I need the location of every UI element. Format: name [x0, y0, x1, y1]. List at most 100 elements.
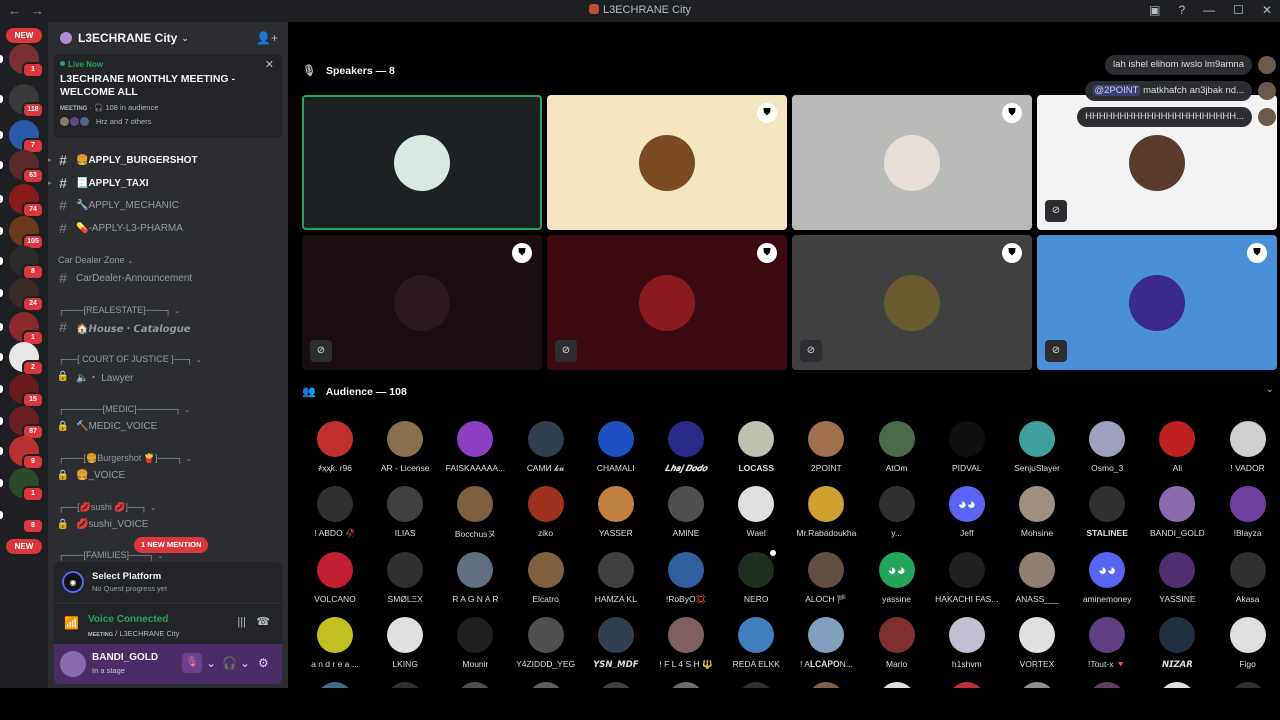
speaker-tile[interactable]: ⛊ ⊘: [547, 235, 787, 370]
new-mention-pill[interactable]: 1 NEW MENTION: [134, 537, 209, 553]
audience-member[interactable]: Ali: [1142, 421, 1212, 473]
audience-member[interactable]: 𝙉𝙄𝙕𝘼𝙍: [1142, 617, 1212, 670]
channel-item[interactable]: 🔒 🍔_VOICE: [56, 465, 282, 485]
audience-member[interactable]: HAMZA KL: [581, 552, 651, 604]
chevron-down-icon[interactable]: ⌄: [206, 656, 216, 670]
audience-member[interactable]: STALINEE: [1072, 486, 1142, 538]
audience-member[interactable]: REDA ELKK: [721, 617, 791, 669]
inbox-icon[interactable]: ▣: [1149, 3, 1160, 17]
audience-member[interactable]: SMØLΞX: [370, 552, 440, 604]
noise-suppression-icon[interactable]: |||: [237, 616, 246, 628]
avatar[interactable]: [387, 682, 424, 688]
audience-member[interactable]: ! F L 4 S H 🔱: [651, 617, 721, 670]
guild-header[interactable]: L3ECHRANE City ⌄ 👤+: [48, 22, 288, 54]
maximize-icon[interactable]: ☐: [1233, 3, 1244, 17]
audience-member[interactable]: Wael: [721, 486, 791, 538]
signal-icon[interactable]: 📶: [64, 616, 79, 630]
chevron-down-icon[interactable]: ⌄: [1266, 384, 1274, 395]
audience-member[interactable]: 𝑳𝒉𝒂𝒋 𝑫𝒐𝒅𝒐: [651, 421, 721, 474]
audience-member[interactable]: Mohsine: [1002, 486, 1072, 538]
audience-member[interactable]: ! ABDO 🥀: [300, 486, 370, 539]
audience-member[interactable]: Akasa: [1213, 552, 1280, 604]
avatar[interactable]: [808, 682, 845, 688]
channel-category[interactable]: ┌───[🍔Burgershot 🍟]───┐ ⌄: [58, 453, 192, 464]
avatar[interactable]: [597, 682, 634, 688]
avatar[interactable]: [878, 682, 915, 688]
audience-member[interactable]: AR - License: [370, 421, 440, 473]
close-icon[interactable]: ✕: [1262, 3, 1272, 17]
audience-member[interactable]: !Blayza: [1213, 486, 1280, 538]
stage-live-card[interactable]: Live Now ✕ L3ECHRANE MONTHLY MEETING - W…: [54, 54, 282, 138]
new-unreads-pill[interactable]: NEW: [6, 28, 42, 43]
audience-member[interactable]: САМИ 𝓴𝓾: [511, 421, 581, 474]
avatar[interactable]: [1229, 682, 1266, 688]
avatar[interactable]: [527, 682, 564, 688]
audience-member[interactable]: YASSINE: [1142, 552, 1212, 604]
audience-member[interactable]: LKING: [370, 617, 440, 669]
audience-member[interactable]: ! A𝐋𝐂𝐀𝐏𝐎N...: [791, 617, 861, 670]
audience-member[interactable]: !Tout-x 🔻: [1072, 617, 1142, 670]
minimize-icon[interactable]: —: [1203, 3, 1215, 17]
channel-item[interactable]: # 🏠𝙃𝙤𝙪𝙨𝙚・𝘾𝙖𝙩𝙖𝙡𝙤𝙜𝙪𝙚: [56, 317, 282, 337]
avatar[interactable]: [60, 651, 86, 677]
channel-category[interactable]: ┌───[REALESTATE]───┐ ⌄: [58, 305, 180, 315]
audience-member[interactable]: ANASS___: [1002, 552, 1072, 604]
avatar[interactable]: [1159, 682, 1196, 688]
audience-member[interactable]: 2POINT: [791, 421, 861, 473]
audience-member[interactable]: Y4ZIDDD_YEG: [511, 617, 581, 669]
username[interactable]: BANDI_GOLD: [92, 652, 158, 663]
help-icon[interactable]: ?: [1178, 3, 1185, 17]
audience-member[interactable]: LOCASS: [721, 421, 791, 473]
avatar[interactable]: [317, 682, 353, 688]
avatar[interactable]: [668, 682, 704, 688]
voice-channel[interactable]: MEETING / L3ECHRANE City: [88, 629, 179, 638]
channel-item[interactable]: ▸ # 📃APPLY_TAXI: [48, 173, 282, 193]
new-unreads-pill-bottom[interactable]: NEW: [6, 539, 42, 554]
disconnect-icon[interactable]: ☎: [256, 615, 270, 628]
quest-platform-panel[interactable]: ◉ Select Platform No Quest progress yet: [54, 562, 282, 602]
audience-member[interactable]: VORTEX: [1002, 617, 1072, 669]
audience-member[interactable]: YASSER: [581, 486, 651, 538]
audience-member[interactable]: ALOCH 🏴: [791, 552, 861, 605]
audience-member[interactable]: CHAMALI: [581, 421, 651, 473]
avatar[interactable]: [738, 682, 775, 688]
audience-member[interactable]: Mr.Rabadoukha: [791, 486, 861, 538]
audience-member[interactable]: y...: [862, 486, 932, 538]
audience-member[interactable]: h1shvm: [932, 617, 1002, 669]
audience-member[interactable]: Mounir: [440, 617, 510, 669]
audience-member[interactable]: ziko: [511, 486, 581, 538]
speaker-tile[interactable]: [302, 95, 542, 230]
avatar[interactable]: [1019, 682, 1055, 688]
audience-member[interactable]: Mario: [862, 617, 932, 669]
channel-item[interactable]: 🔒 🔈・ Lawyer: [56, 366, 282, 386]
audience-member[interactable]: ◕◕ Jeff: [932, 486, 1002, 538]
speaker-tile[interactable]: ⛊ ⊘: [302, 235, 542, 370]
audience-member[interactable]: ILIAS: [370, 486, 440, 538]
audience-member[interactable]: HAKACHI FAS...: [932, 552, 1002, 604]
avatar[interactable]: [1089, 682, 1126, 688]
audience-member[interactable]: R A G N A R: [440, 552, 510, 604]
speaker-tile[interactable]: ⛊ ⊘: [1037, 235, 1277, 370]
voice-status[interactable]: Voice Connected: [88, 614, 168, 625]
audience-member[interactable]: a n d r e a ...: [300, 617, 370, 669]
chevron-down-icon[interactable]: ⌄: [240, 656, 250, 670]
invite-people-icon[interactable]: 👤+: [256, 31, 278, 45]
channel-category[interactable]: Car Dealer Zone ⌄: [58, 255, 133, 265]
audience-member[interactable]: FAISKAAAAA...: [440, 421, 510, 473]
channel-category[interactable]: ┌──────[MEDIC]──────┐ ⌄: [58, 404, 190, 414]
speaker-tile[interactable]: ⛊ ⊘: [792, 235, 1032, 370]
audience-member[interactable]: 𝙔𝙎𝙉_𝙈𝘿𝙁: [581, 617, 651, 670]
audience-member[interactable]: ! VADOR: [1213, 421, 1280, 473]
audience-member[interactable]: PIDVAL: [932, 421, 1002, 473]
channel-item[interactable]: # 🔧APPLY_MECHANIC: [56, 195, 282, 215]
audience-member[interactable]: Elcatro: [511, 552, 581, 604]
audience-member[interactable]: ҂ҳҳƙ. r96: [300, 421, 370, 473]
channel-item[interactable]: ▸ # 🍔APPLY_BURGERSHOT: [48, 150, 282, 170]
audience-member[interactable]: AMINE: [651, 486, 721, 538]
channel-category[interactable]: ┌──[💋sushi 💋]──┐ ⌄: [58, 502, 156, 513]
audience-member[interactable]: BANDI_GOLD: [1142, 486, 1212, 538]
channel-item[interactable]: 🔒 💋sushi_VOICE: [56, 514, 282, 534]
mic-muted-icon[interactable]: 🎙: [182, 653, 202, 673]
channel-item[interactable]: 🔒 🔨MEDIC_VOICE: [56, 416, 282, 436]
audience-member[interactable]: Bocchusヌ: [440, 486, 510, 540]
